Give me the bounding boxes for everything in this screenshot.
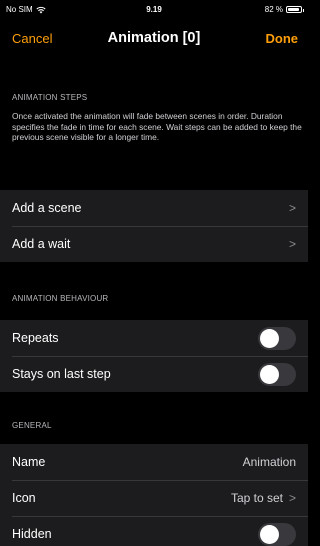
add-scene-row[interactable]: Add a scene >: [0, 190, 308, 226]
animation-behaviour-group: Repeats Stays on last step: [0, 320, 308, 392]
repeats-row: Repeats: [0, 320, 308, 356]
battery-percent: 82 %: [264, 5, 283, 14]
chevron-right-icon: >: [288, 201, 296, 215]
page-title: Animation [0]: [107, 30, 201, 46]
repeats-toggle[interactable]: [258, 326, 296, 350]
battery-info: 82 %: [264, 5, 304, 14]
stays-on-last-step-label: Stays on last step: [12, 367, 111, 381]
name-label: Name: [12, 455, 46, 469]
status-bar: No SIM 9.19 82 %: [0, 0, 308, 20]
add-wait-row[interactable]: Add a wait >: [0, 226, 308, 262]
icon-row[interactable]: Icon Tap to set >: [0, 480, 308, 516]
general-group: Name Animation Icon Tap to set > Hidden: [0, 444, 308, 546]
name-row[interactable]: Name Animation: [0, 444, 308, 480]
animation-steps-description: Once activated the animation will fade b…: [12, 111, 302, 142]
navigation-bar: Cancel Animation [0] Done: [0, 20, 308, 64]
hidden-row: Hidden: [0, 516, 308, 546]
icon-value: Tap to set: [230, 491, 283, 505]
stays-on-last-step-toggle[interactable]: [258, 362, 296, 386]
status-time: 9.19: [146, 5, 162, 14]
section-header-general: GENERAL: [12, 421, 52, 430]
hidden-label: Hidden: [12, 527, 52, 541]
icon-label: Icon: [12, 491, 36, 505]
hidden-toggle[interactable]: [258, 522, 296, 546]
done-button[interactable]: Done: [266, 31, 299, 46]
battery-icon: [286, 6, 304, 13]
chevron-right-icon: >: [288, 491, 296, 505]
name-value: Animation: [242, 455, 296, 469]
section-header-animation-steps: ANIMATION STEPS: [12, 93, 88, 102]
animation-steps-group: Add a scene > Add a wait >: [0, 190, 308, 262]
add-scene-label: Add a scene: [12, 201, 82, 215]
toggle-knob: [260, 328, 279, 348]
toggle-knob: [260, 364, 279, 384]
section-header-animation-behaviour: ANIMATION BEHAVIOUR: [12, 294, 109, 303]
repeats-label: Repeats: [12, 331, 59, 345]
toggle-knob: [260, 524, 279, 544]
chevron-right-icon: >: [288, 237, 296, 251]
add-wait-label: Add a wait: [12, 237, 71, 251]
stays-on-last-step-row: Stays on last step: [0, 356, 308, 392]
